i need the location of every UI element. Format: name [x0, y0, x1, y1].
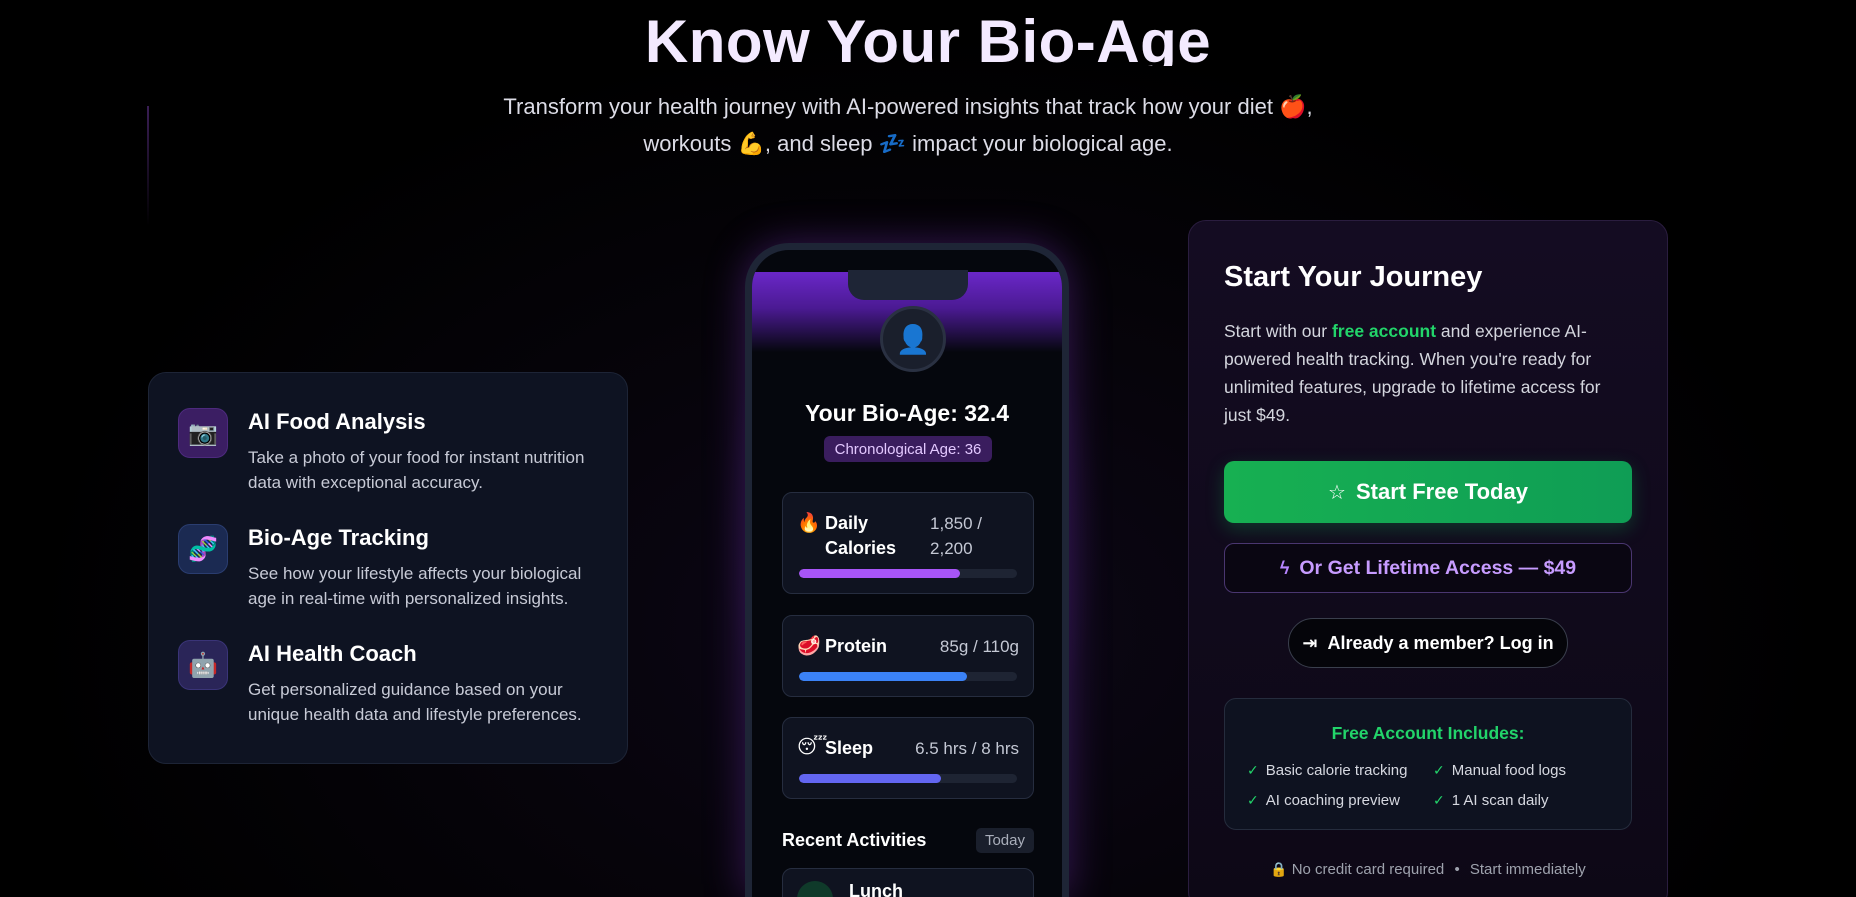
fire-icon: 🔥: [797, 513, 821, 534]
hero-subtitle: Transform your health journey with AI-po…: [470, 88, 1346, 162]
feature-title: AI Health Coach: [248, 641, 417, 666]
recent-activities-title: Recent Activities: [782, 830, 927, 850]
bio-age-value: Your Bio-Age: 32.4: [804, 400, 1010, 426]
stat-value: 1,850 / 2,200: [930, 514, 983, 558]
lifetime-access-button[interactable]: ϟ Or Get Lifetime Access — $49: [1224, 543, 1632, 593]
decorative-line: [147, 106, 149, 226]
footnote: 🔒 No credit card required • Start immedia…: [1270, 861, 1586, 878]
feature-description: Get personalized guidance based on your …: [248, 680, 582, 724]
stat-card-protein: 🥩 Protein 85g / 110g: [782, 615, 1034, 697]
feature-title: AI Food Analysis: [248, 409, 426, 434]
feature-description: See how your lifestyle affects your biol…: [248, 564, 582, 608]
robot-icon: 🤖: [178, 640, 228, 690]
features-card: 📷 AI Food Analysis Take a photo of your …: [148, 372, 628, 764]
meat-icon: 🥩: [797, 636, 821, 657]
feature-food-analysis: 📷 AI Food Analysis Take a photo of your …: [178, 408, 598, 495]
activity-icon: [797, 881, 833, 897]
feature-bio-age-tracking: 🧬 Bio-Age Tracking See how your lifestyl…: [178, 524, 598, 611]
chronological-age-badge: Chronological Age: 36: [824, 436, 992, 462]
journey-title: Start Your Journey: [1224, 261, 1483, 293]
progress-bar-sleep: [799, 774, 1017, 783]
free-account-highlight: free account: [1331, 321, 1437, 341]
include-item: ✓ AI coaching preview: [1247, 792, 1400, 809]
stat-card-sleep: 😴 Sleep 6.5 hrs / 8 hrs: [782, 717, 1034, 799]
progress-bar-protein: [799, 672, 1017, 681]
lock-icon: 🔒: [1270, 861, 1288, 877]
star-icon: ☆: [1328, 481, 1346, 504]
activity-item[interactable]: Lunch: [782, 868, 1034, 897]
feature-health-coach: 🤖 AI Health Coach Get personalized guida…: [178, 640, 598, 727]
feature-description: Take a photo of your food for instant nu…: [248, 448, 585, 492]
avatar: 👤: [880, 306, 946, 372]
progress-fill: [799, 672, 967, 681]
phone-mockup: 👤 Your Bio-Age: 32.4 Chronological Age: …: [745, 243, 1069, 897]
stat-card-calories: 🔥 Daily Calories 1,850 / 2,200: [782, 492, 1034, 594]
activity-label: Lunch: [849, 881, 903, 897]
includes-title: Free Account Includes:: [1331, 723, 1525, 743]
stat-name: Protein: [825, 636, 888, 656]
login-button[interactable]: ⇥ Already a member? Log in: [1288, 618, 1568, 668]
page-title: Know Your Bio-Age: [644, 8, 1212, 66]
stat-value: 6.5 hrs / 8 hrs: [915, 739, 1019, 758]
camera-icon: 📷: [178, 408, 228, 458]
stat-name: Sleep: [825, 738, 874, 758]
hero-subtitle-line-1: Transform your health journey with AI-po…: [503, 94, 1313, 119]
check-icon: ✓: [1433, 762, 1445, 778]
start-free-button[interactable]: ☆ Start Free Today: [1224, 461, 1632, 523]
stat-value: 85g / 110g: [939, 637, 1019, 656]
check-icon: ✓: [1433, 792, 1445, 808]
login-icon: ⇥: [1302, 632, 1318, 653]
progress-bar-calories: [799, 569, 1017, 578]
journey-description: Start with our free account and experien…: [1224, 321, 1601, 425]
start-journey-card: Start Your Journey Start with our free a…: [1188, 220, 1668, 897]
feature-title: Bio-Age Tracking: [248, 525, 429, 550]
stat-name: Daily Calories: [825, 513, 897, 558]
dna-icon: 🧬: [178, 524, 228, 574]
sleeping-face-icon: 😴: [797, 737, 828, 758]
today-badge[interactable]: Today: [975, 828, 1034, 853]
check-icon: ✓: [1247, 792, 1259, 808]
progress-fill: [799, 569, 961, 578]
progress-fill: [799, 774, 941, 783]
recent-activities-header: Recent Activities Today: [782, 828, 1034, 853]
check-icon: ✓: [1247, 762, 1259, 778]
lightning-icon: ϟ: [1279, 557, 1290, 578]
include-item: ✓ Manual food logs: [1433, 762, 1566, 779]
hero-subtitle-line-2: workouts 💪, and sleep 💤 impact your biol…: [643, 131, 1173, 156]
include-item: ✓ 1 AI scan daily: [1433, 792, 1549, 809]
free-account-includes: Free Account Includes: ✓ Basic calorie tr…: [1224, 698, 1632, 830]
phone-notch: [848, 270, 968, 300]
include-item: ✓ Basic calorie tracking: [1247, 762, 1408, 779]
